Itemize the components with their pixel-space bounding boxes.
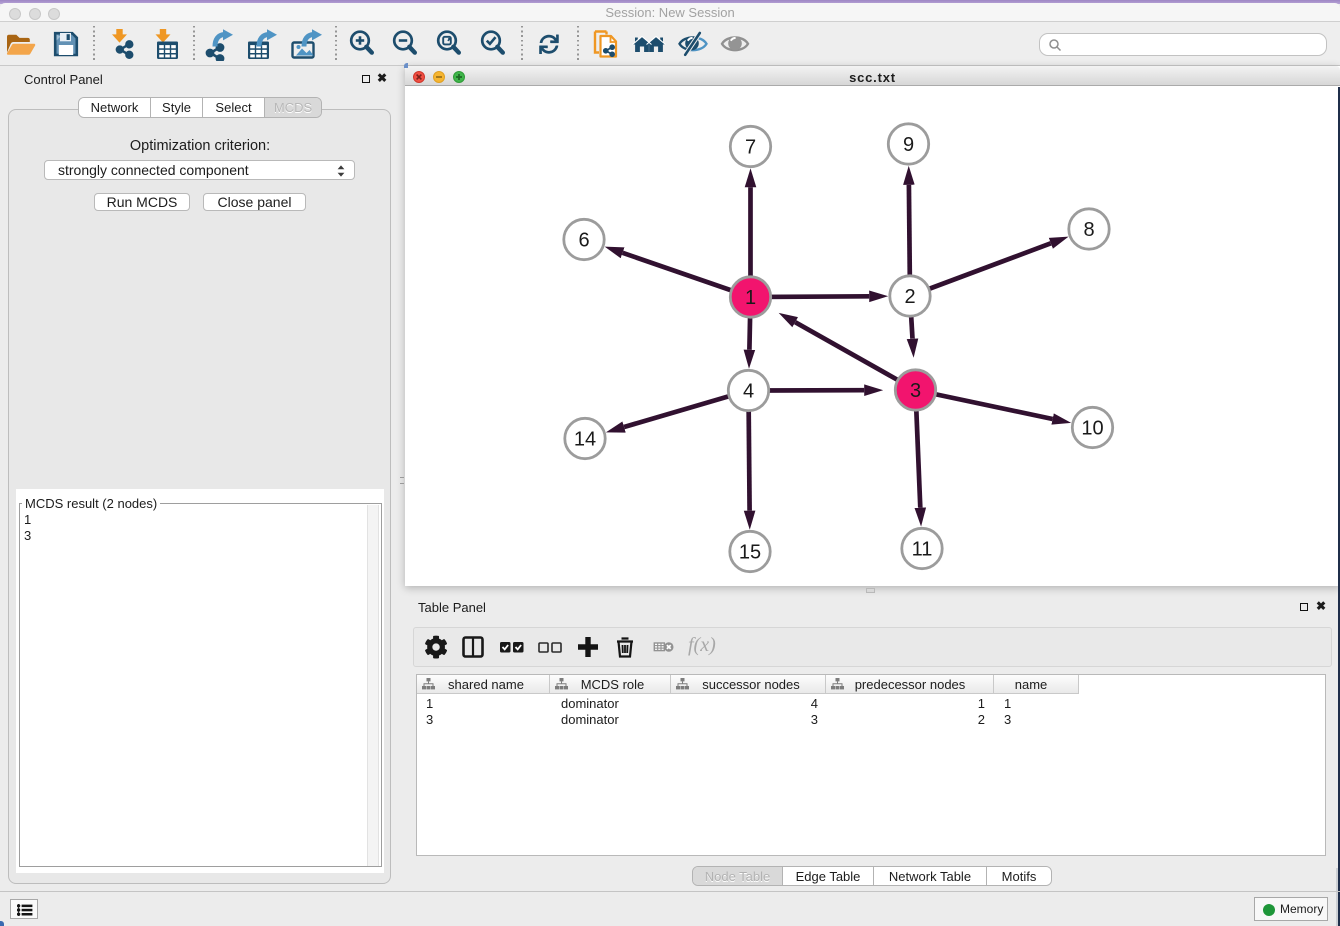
svg-text:11: 11 <box>912 539 933 561</box>
svg-text:8: 8 <box>1083 219 1094 241</box>
svg-text:4: 4 <box>743 381 754 403</box>
svg-text:2: 2 <box>904 286 915 308</box>
svg-text:15: 15 <box>739 542 761 564</box>
svg-text:3: 3 <box>910 380 921 402</box>
svg-text:9: 9 <box>903 134 914 156</box>
svg-text:14: 14 <box>574 429 596 451</box>
svg-text:10: 10 <box>1081 418 1103 440</box>
svg-text:7: 7 <box>745 137 756 159</box>
svg-text:1: 1 <box>745 287 756 309</box>
svg-text:6: 6 <box>578 230 589 252</box>
